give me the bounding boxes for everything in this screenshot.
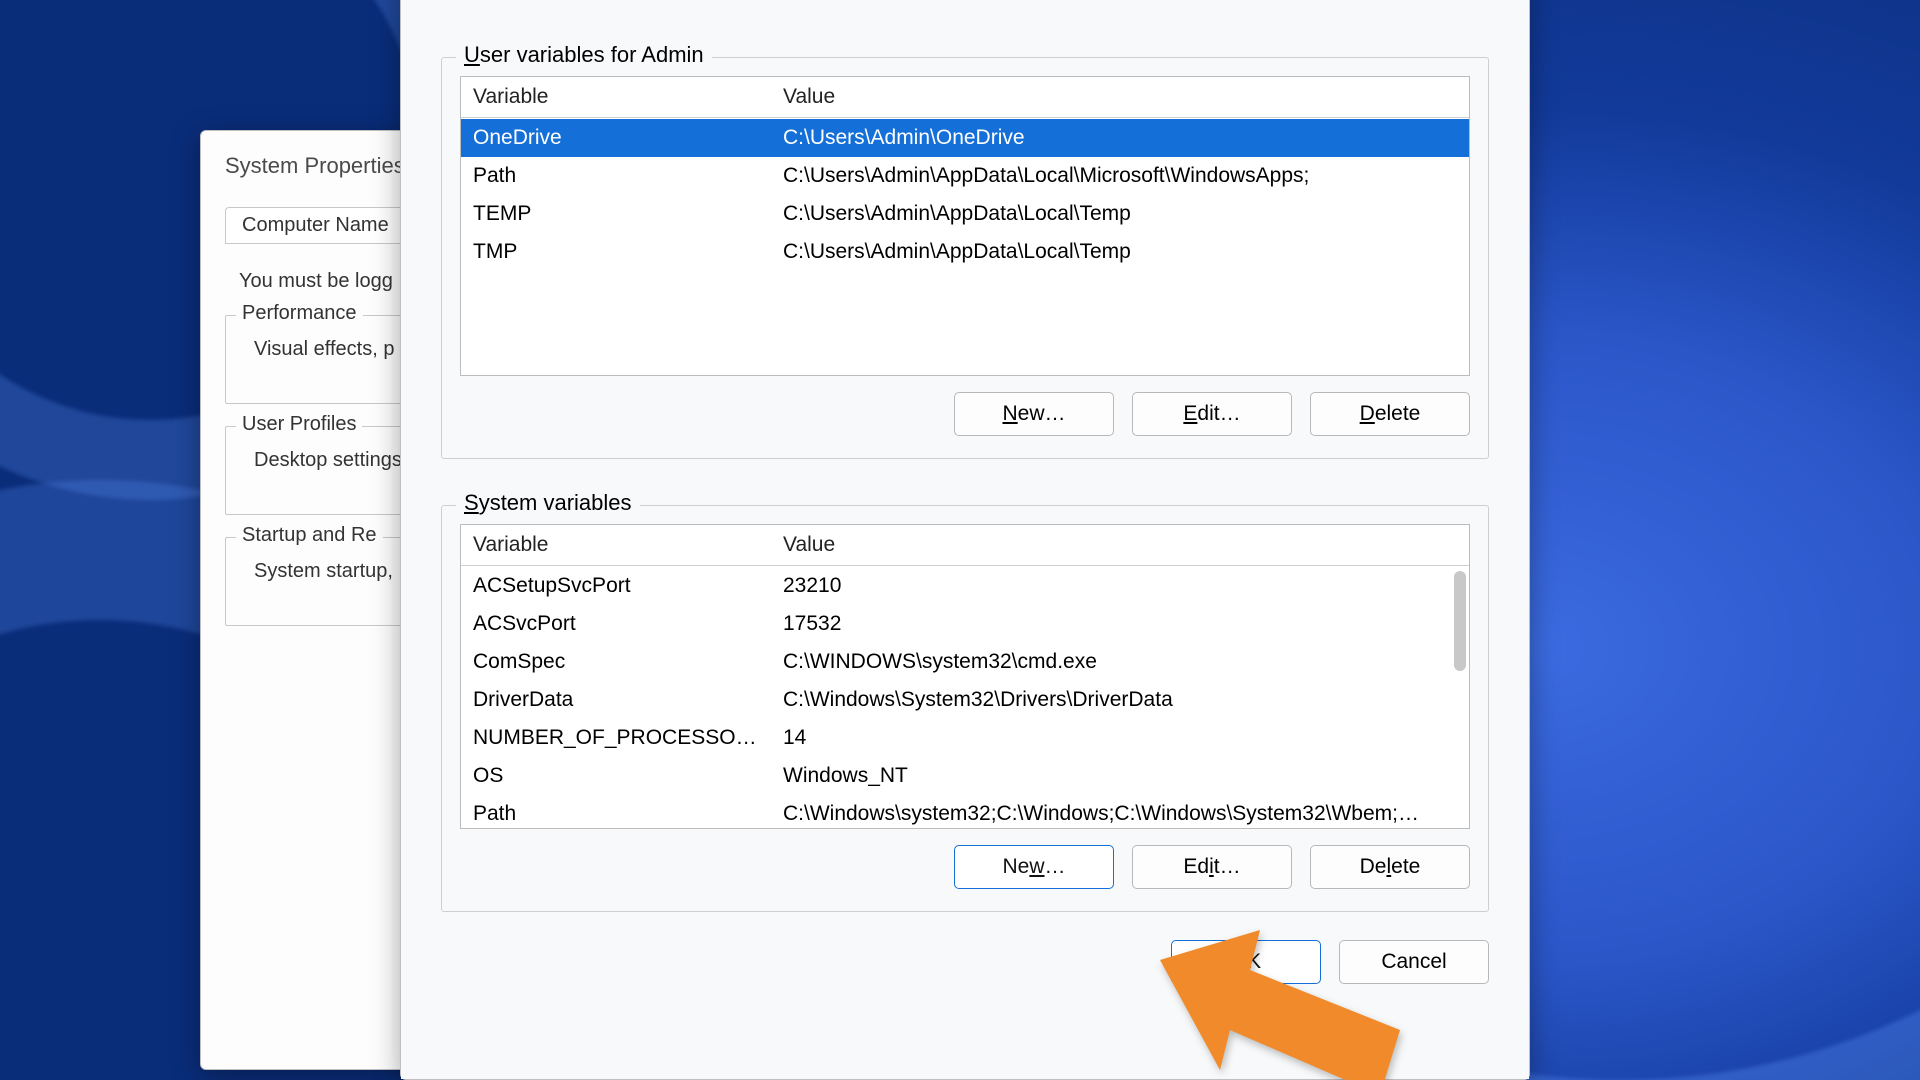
cell-variable: ACSetupSvcPort bbox=[461, 572, 771, 600]
cancel-button[interactable]: Cancel bbox=[1339, 940, 1489, 984]
cell-value: C:\WINDOWS\system32\cmd.exe bbox=[771, 648, 1469, 676]
group-system-variables-legend: System variables bbox=[456, 490, 640, 516]
table-row[interactable]: NUMBER_OF_PROCESSORS14 bbox=[461, 719, 1469, 757]
table-row[interactable]: DriverDataC:\Windows\System32\Drivers\Dr… bbox=[461, 681, 1469, 719]
system-grid-scrollbar[interactable] bbox=[1454, 571, 1466, 671]
cell-value: C:\Users\Admin\AppData\Local\Temp bbox=[771, 238, 1469, 266]
system-col-variable[interactable]: Variable bbox=[461, 525, 771, 565]
user-grid-header: Variable Value bbox=[461, 77, 1469, 118]
cell-value: C:\Users\Admin\AppData\Local\Microsoft\W… bbox=[771, 162, 1469, 190]
cell-value: C:\Windows\system32;C:\Windows;C:\Window… bbox=[771, 800, 1469, 828]
group-user-profiles-legend: User Profiles bbox=[236, 413, 362, 436]
cell-value: Windows_NT bbox=[771, 762, 1469, 790]
ok-button[interactable]: OK bbox=[1171, 940, 1321, 984]
cell-value: 14 bbox=[771, 724, 1469, 752]
group-performance-legend: Performance bbox=[236, 302, 363, 325]
cell-value: C:\Windows\System32\Drivers\DriverData bbox=[771, 686, 1469, 714]
cell-variable: DriverData bbox=[461, 686, 771, 714]
user-variables-grid[interactable]: Variable Value OneDriveC:\Users\Admin\On… bbox=[460, 76, 1470, 376]
cell-variable: Path bbox=[461, 162, 771, 190]
cell-variable: OS bbox=[461, 762, 771, 790]
group-user-variables: User variables for Admin Variable Value … bbox=[441, 57, 1489, 459]
cell-value: C:\Users\Admin\OneDrive bbox=[771, 124, 1469, 152]
system-new-button[interactable]: New… bbox=[954, 845, 1114, 889]
cell-variable: Path bbox=[461, 800, 771, 828]
user-edit-button[interactable]: Edit… bbox=[1132, 392, 1292, 436]
desktop-background: System Properties Computer Name You must… bbox=[0, 0, 1920, 1080]
system-variables-grid[interactable]: Variable Value ACSetupSvcPort23210ACSvcP… bbox=[460, 524, 1470, 829]
table-row[interactable]: OneDriveC:\Users\Admin\OneDrive bbox=[461, 119, 1469, 157]
group-startup-legend: Startup and Re bbox=[236, 524, 383, 547]
tab-computer-name[interactable]: Computer Name bbox=[225, 207, 406, 243]
cell-variable: NUMBER_OF_PROCESSORS bbox=[461, 724, 771, 752]
table-row[interactable]: ACSvcPort17532 bbox=[461, 605, 1469, 643]
group-system-variables: System variables Variable Value ACSetupS… bbox=[441, 505, 1489, 912]
cell-variable: ComSpec bbox=[461, 648, 771, 676]
cell-variable: OneDrive bbox=[461, 124, 771, 152]
system-col-value[interactable]: Value bbox=[771, 525, 1469, 565]
cell-value: 23210 bbox=[771, 572, 1469, 600]
cell-value: 17532 bbox=[771, 610, 1469, 638]
table-row[interactable]: PathC:\Users\Admin\AppData\Local\Microso… bbox=[461, 157, 1469, 195]
table-row[interactable]: TMPC:\Users\Admin\AppData\Local\Temp bbox=[461, 233, 1469, 271]
cell-variable: TMP bbox=[461, 238, 771, 266]
table-row[interactable]: PathC:\Windows\system32;C:\Windows;C:\Wi… bbox=[461, 795, 1469, 828]
table-row[interactable]: ACSetupSvcPort23210 bbox=[461, 567, 1469, 605]
system-edit-button[interactable]: Edit… bbox=[1132, 845, 1292, 889]
user-col-variable[interactable]: Variable bbox=[461, 77, 771, 117]
environment-variables-dialog: User variables for Admin Variable Value … bbox=[400, 0, 1530, 1080]
cell-value: C:\Users\Admin\AppData\Local\Temp bbox=[771, 200, 1469, 228]
system-grid-header: Variable Value bbox=[461, 525, 1469, 566]
table-row[interactable]: ComSpecC:\WINDOWS\system32\cmd.exe bbox=[461, 643, 1469, 681]
cell-variable: ACSvcPort bbox=[461, 610, 771, 638]
user-delete-button[interactable]: Delete bbox=[1310, 392, 1470, 436]
cell-variable: TEMP bbox=[461, 200, 771, 228]
table-row[interactable]: OSWindows_NT bbox=[461, 757, 1469, 795]
user-col-value[interactable]: Value bbox=[771, 77, 1469, 117]
user-new-button[interactable]: New… bbox=[954, 392, 1114, 436]
table-row[interactable]: TEMPC:\Users\Admin\AppData\Local\Temp bbox=[461, 195, 1469, 233]
group-user-variables-legend: User variables for Admin bbox=[456, 42, 712, 68]
system-delete-button[interactable]: Delete bbox=[1310, 845, 1470, 889]
